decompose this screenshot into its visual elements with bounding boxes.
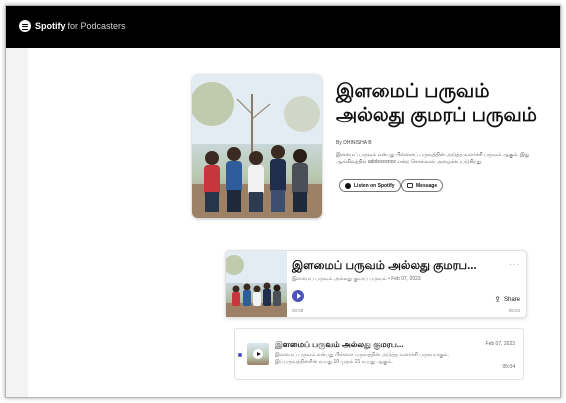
play-icon[interactable]: [292, 290, 304, 302]
listen-on-spotify-label: Listen on Spotify: [354, 182, 395, 189]
share-icon: ⇪: [494, 295, 501, 304]
episode-thumbnail: [247, 343, 269, 365]
share-label: Share: [503, 296, 520, 303]
top-bar: Spotify for Podcasters: [6, 6, 560, 48]
spotify-logo-icon: [19, 20, 31, 32]
left-panel: [6, 48, 28, 397]
podcast-description: இளமைப் பருவம் என்பது பிள்ளைப் பருவத்தின்…: [336, 152, 530, 165]
message-label: Message: [416, 182, 438, 189]
episode-play-icon[interactable]: [253, 349, 263, 359]
podcast-title: இளமைப் பருவம் அல்லது குமரப் பருவம்: [336, 81, 537, 126]
spotify-icon: [345, 182, 351, 189]
embed-episode-title[interactable]: இளமைப் பருவம் அல்லது குமரப...: [292, 260, 502, 274]
podcast-page: Spotify for Podcasters இளமைப் பருவம் அல்…: [5, 5, 561, 398]
embed-thumbnail-illustration: [226, 251, 287, 317]
episode-date: Feb 07, 2023: [485, 341, 515, 347]
message-button[interactable]: Message: [401, 179, 444, 192]
message-icon: [407, 183, 413, 188]
share-button[interactable]: ⇪ Share: [494, 295, 520, 304]
episode-description: இளமைப் பருவம் என்பது பிள்ளை பருவத்தின் அ…: [275, 352, 449, 365]
cover-photo-illustration: [192, 74, 322, 218]
more-options-icon[interactable]: ···: [509, 260, 520, 269]
brand-suffix: for Podcasters: [67, 21, 126, 31]
podcast-author: By DHINISHA B: [336, 140, 372, 146]
unplayed-dot-icon: [238, 353, 242, 357]
podcast-cover-image: [192, 74, 322, 218]
embed-thumbnail: [226, 251, 287, 317]
brand-logo[interactable]: Spotify for Podcasters: [19, 20, 126, 32]
embedded-player: இளமைப் பருவம் அல்லது குமரப... இளமைப் பரு…: [225, 250, 527, 318]
episode-list-item[interactable]: இளமைப் பருவம் அல்லது குமரப... இளமைப் பரு…: [234, 328, 524, 380]
episode-title[interactable]: இளமைப் பருவம் அல்லது குமரப...: [275, 340, 403, 350]
elapsed-time: 00:00: [292, 308, 304, 313]
total-time: 05:04: [508, 308, 520, 313]
embed-episode-subtitle: இளமைப் பருவம் அல்லது குமரப் பருவம் • Feb…: [292, 276, 421, 282]
listen-on-spotify-button[interactable]: Listen on Spotify: [339, 179, 401, 192]
brand-name: Spotify: [35, 21, 66, 31]
episode-duration: 05:04: [502, 364, 515, 370]
